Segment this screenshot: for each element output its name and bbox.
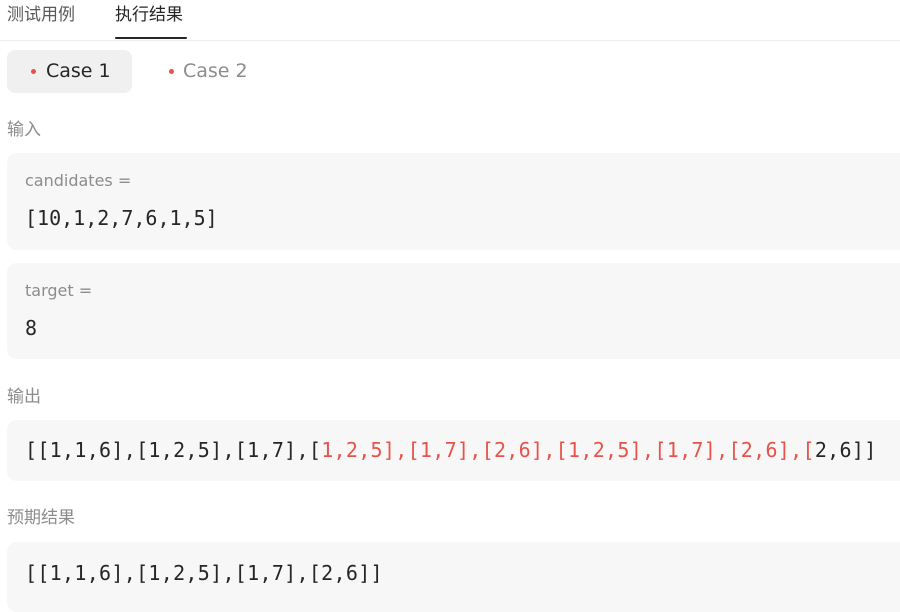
expected-value: [[1,1,6],[1,2,5],[1,7],[2,6]]	[25, 561, 383, 585]
param-name: candidates =	[25, 171, 132, 190]
case-failed-dot-icon	[169, 69, 174, 74]
param-value: [10,1,2,7,6,1,5]	[25, 206, 218, 230]
active-tab-indicator	[115, 37, 187, 39]
case-failed-dot-icon	[31, 69, 36, 74]
tab-testcase[interactable]: 测试用例	[7, 4, 75, 26]
param-value: 8	[25, 316, 38, 340]
input-target-panel: target = 8	[7, 263, 900, 359]
output-panel: [[1,1,6],[1,2,5],[1,7],[1,2,5],[1,7],[2,…	[7, 420, 900, 481]
tab-result[interactable]: 执行结果	[115, 4, 183, 26]
input-section-label: 输入	[7, 120, 41, 140]
param-name: target =	[25, 281, 93, 300]
output-section-label: 输出	[7, 387, 41, 407]
result-tab-bar: 测试用例 执行结果	[0, 0, 900, 41]
input-candidates-panel: candidates = [10,1,2,7,6,1,5]	[7, 153, 900, 250]
case-2-label: Case 2	[183, 60, 248, 82]
case-1-button[interactable]: Case 1	[7, 50, 132, 93]
expected-panel: [[1,1,6],[1,2,5],[1,7],[2,6]]	[7, 542, 900, 612]
expected-section-label: 预期结果	[7, 508, 75, 528]
case-1-label: Case 1	[46, 60, 111, 82]
case-2-button[interactable]: Case 2	[150, 50, 260, 93]
output-value: [[1,1,6],[1,2,5],[1,7],[1,2,5],[1,7],[2,…	[25, 437, 877, 463]
output-segment: [[1,1,6],[1,2,5],[1,7],[	[25, 438, 322, 462]
output-segment: 2,6]]	[814, 438, 877, 462]
output-diff-segment: 1,2,5],[1,7],[2,6],[1,2,5],[1,7],[2,6],[	[321, 438, 815, 462]
